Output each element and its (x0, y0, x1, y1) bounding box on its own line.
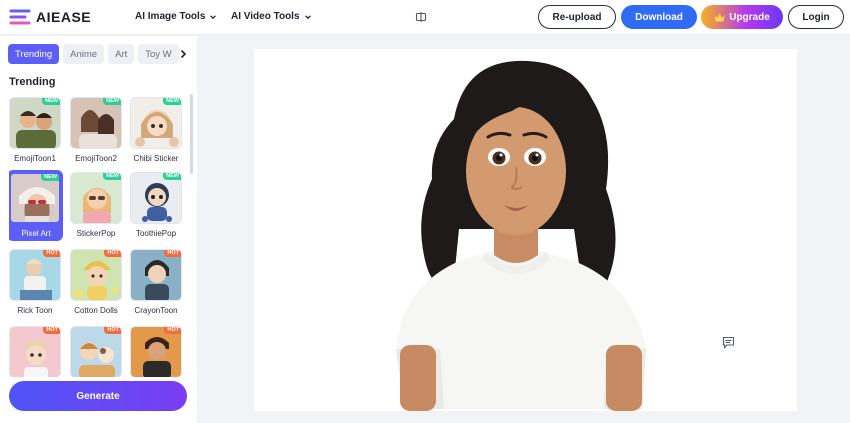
style-card-row4-3[interactable]: HOT (130, 326, 182, 377)
generate-button[interactable]: Generate (9, 381, 187, 411)
upgrade-label: Upgrade (729, 11, 770, 23)
style-thumbnail: HOT (130, 326, 182, 377)
tab-toy-world[interactable]: Toy W (138, 44, 179, 64)
style-label: EmojiToon2 (75, 154, 117, 163)
style-card-row4-1[interactable]: HOT (9, 326, 61, 377)
style-thumbnail: NEW (70, 172, 122, 224)
style-thumbnail: HOT (130, 249, 182, 301)
style-card-cotton-dolls[interactable]: HOT Cotton Dolls (70, 249, 122, 315)
new-badge: NEW (163, 173, 181, 180)
upgrade-button[interactable]: Upgrade (701, 5, 783, 29)
top-header: AIEASE AI Image Tools AI Video Tools Re-… (0, 0, 850, 35)
crown-icon (714, 13, 725, 21)
hot-badge: HOT (164, 250, 181, 257)
new-badge: NEW (103, 173, 121, 180)
chevron-right-icon[interactable] (178, 49, 188, 59)
style-label: StickerPop (76, 229, 116, 238)
style-card-emojitoon2[interactable]: NEW EmojiToon2 (70, 97, 122, 163)
compare-icon[interactable] (415, 11, 427, 23)
comment-icon[interactable] (722, 336, 735, 349)
style-thumbnail: NEW (9, 172, 61, 224)
style-thumbnail: HOT (70, 326, 122, 377)
new-badge: NEW (42, 98, 60, 105)
style-label: Chibi Sticker (133, 154, 179, 163)
style-label: ToothiePop (135, 229, 177, 238)
hot-badge: HOT (104, 250, 121, 257)
style-card-rick-toon[interactable]: HOT Rick Toon (9, 249, 61, 315)
style-card-row4-2[interactable]: HOT (70, 326, 122, 377)
style-card-toothiepop[interactable]: NEW ToothiePop (130, 172, 182, 238)
style-thumbnail: HOT (70, 249, 122, 301)
style-thumbnail: HOT (9, 249, 61, 301)
category-tabs: Trending Anime Art Toy W (8, 44, 179, 64)
reupload-button[interactable]: Re-upload (538, 5, 616, 29)
brand-name[interactable]: AIEASE (36, 9, 91, 25)
style-label: Cotton Dolls (74, 306, 118, 315)
style-card-chibi-sticker[interactable]: NEW Chibi Sticker (130, 97, 182, 163)
style-thumbnail: NEW (9, 97, 61, 149)
new-badge: NEW (163, 98, 181, 105)
login-button[interactable]: Login (788, 5, 844, 29)
style-label: CrayonToon (134, 306, 178, 315)
tab-art[interactable]: Art (108, 44, 135, 64)
hot-badge: HOT (104, 327, 121, 334)
style-thumbnail: NEW (70, 97, 122, 149)
section-title: Trending (9, 76, 56, 88)
nav-ai-video-tools[interactable]: AI Video Tools (231, 11, 312, 22)
nav-label: AI Image Tools (135, 11, 206, 22)
tab-anime[interactable]: Anime (63, 44, 105, 64)
style-label: Rick Toon (17, 306, 53, 315)
new-badge: NEW (103, 98, 121, 105)
style-label: Pixel Art (21, 229, 51, 238)
logo-icon[interactable] (9, 9, 31, 25)
nav-label: AI Video Tools (231, 11, 300, 22)
style-label: EmojiToon1 (14, 154, 56, 163)
style-grid-scrollbar[interactable] (190, 94, 193, 174)
result-image[interactable] (254, 49, 797, 411)
style-card-crayontoon[interactable]: HOT CrayonToon (130, 249, 182, 315)
download-button[interactable]: Download (621, 5, 697, 29)
hot-badge: HOT (43, 327, 60, 334)
style-card-emojitoon1[interactable]: NEW EmojiToon1 (9, 97, 61, 163)
style-thumbnail: HOT (9, 326, 61, 377)
result-canvas (254, 49, 797, 411)
nav-ai-image-tools[interactable]: AI Image Tools (135, 11, 217, 22)
style-thumbnail: NEW (130, 172, 182, 224)
new-badge: NEW (41, 174, 59, 181)
style-thumbnail: NEW (130, 97, 182, 149)
style-card-stickerpop[interactable]: NEW StickerPop (70, 172, 122, 238)
tab-trending[interactable]: Trending (8, 44, 60, 64)
hot-badge: HOT (43, 250, 60, 257)
chevron-down-icon (304, 14, 311, 19)
style-grid: NEW EmojiToon1 NEW EmojiToon2 NEW Chibi … (9, 94, 185, 377)
hot-badge: HOT (164, 327, 181, 334)
chevron-down-icon (210, 14, 217, 19)
style-sidebar: Trending Anime Art Toy W Trending NEW Em… (0, 36, 197, 423)
style-card-pixel-art[interactable]: NEW Pixel Art (9, 170, 63, 241)
